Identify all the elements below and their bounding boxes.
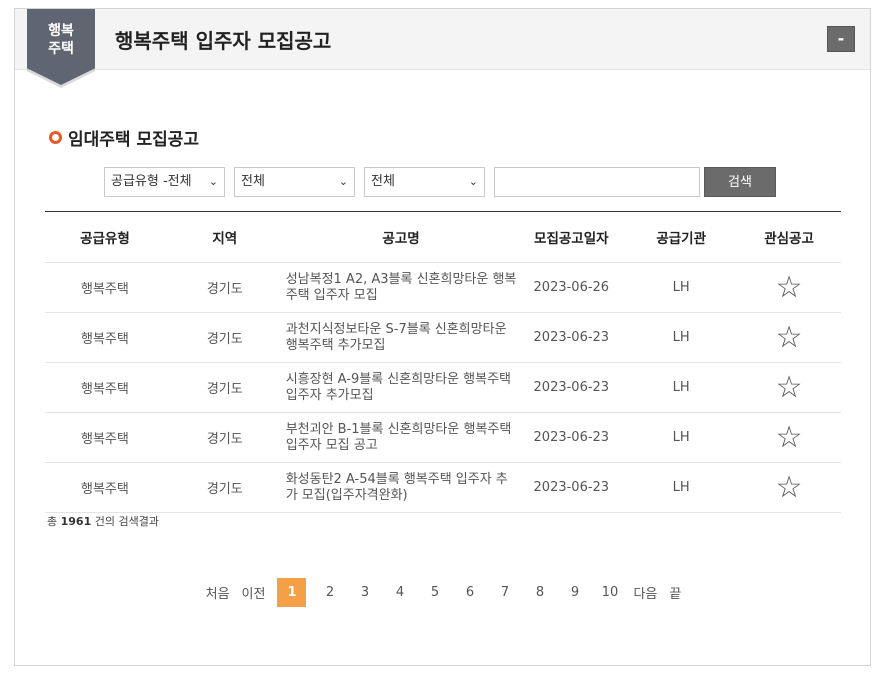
pager-page-current[interactable]: 1 [277, 578, 307, 607]
cell-agency: LH [672, 380, 690, 395]
cell-region: 경기도 [206, 282, 243, 297]
chevron-down-icon: ⌄ [468, 175, 478, 188]
table-row: 행복주택 경기도 성남복정1 A2, A3블록 신혼희망타운 행복주택 입주자 … [45, 263, 841, 313]
cell-agency: LH [672, 430, 690, 445]
cell-supply-type: 행복주택 [81, 432, 129, 447]
table-row: 행복주택 경기도 부천괴안 B-1블록 신혼희망타운 행복주택 입주자 모집 공… [45, 413, 841, 463]
result-count: 총 1961 건의 검색결과 [47, 513, 159, 529]
cell-date: 2023-06-26 [533, 280, 610, 295]
header-region: 지역 [212, 231, 238, 247]
badge-line1: 행복 [48, 23, 74, 39]
header-date: 모집공고일자 [534, 231, 609, 247]
section-title: 임대주택 모집공고 [49, 125, 199, 150]
region-select[interactable]: 전체 ⌄ [234, 167, 355, 197]
pager-page[interactable]: 2 [318, 585, 341, 600]
result-number: 1961 [60, 515, 92, 528]
cell-supply-type: 행복주택 [81, 382, 129, 397]
cell-region: 경기도 [206, 382, 243, 397]
star-icon[interactable]: ☆ [776, 320, 803, 355]
table-row: 행복주택 경기도 시흥장현 A-9블록 신혼희망타운 행복주택 입주자 추가모집… [45, 363, 841, 413]
cell-agency: LH [672, 330, 690, 345]
pager-last[interactable]: 끝 [669, 583, 681, 602]
cell-supply-type: 행복주택 [81, 332, 129, 347]
chevron-down-icon: ⌄ [208, 175, 218, 188]
section-title-text: 임대주택 모집공고 [68, 130, 200, 150]
table-header: 공급유형 지역 공고명 모집공고일자 공급기관 관심공고 [45, 211, 841, 263]
header-supply-type: 공급유형 [80, 231, 130, 247]
notice-panel: 행복 주택 행복주택 입주자 모집공고 - 임대주택 모집공고 공급유형 -전체… [14, 8, 871, 666]
cell-date: 2023-06-23 [533, 480, 610, 495]
pager-page[interactable]: 5 [423, 585, 446, 600]
header-agency: 공급기관 [656, 231, 707, 247]
pager-page[interactable]: 7 [493, 585, 516, 600]
chevron-down-icon: ⌄ [338, 175, 348, 188]
cell-notice-title-link[interactable]: 화성동탄2 A-54블록 행복주택 입주자 추가 모집(입주자격완화) [285, 472, 518, 504]
bullet-circle-icon [49, 131, 62, 144]
sub-region-value: 전체 [371, 174, 395, 189]
star-icon[interactable]: ☆ [776, 470, 803, 505]
pager-page[interactable]: 8 [528, 585, 551, 600]
cell-date: 2023-06-23 [533, 330, 610, 345]
cell-region: 경기도 [206, 432, 243, 447]
result-suffix: 건의 검색결과 [94, 515, 159, 528]
collapse-button[interactable]: - [827, 26, 855, 52]
sub-region-select[interactable]: 전체 ⌄ [364, 167, 485, 197]
cell-notice-title-link[interactable]: 시흥장현 A-9블록 신혼희망타운 행복주택 입주자 추가모집 [285, 372, 518, 404]
supply-type-select[interactable]: 공급유형 -전체 ⌄ [104, 167, 225, 197]
cell-agency: LH [672, 480, 690, 495]
pager-page[interactable]: 6 [458, 585, 481, 600]
cell-date: 2023-06-23 [533, 380, 610, 395]
cell-date: 2023-06-23 [533, 430, 610, 445]
pager-page[interactable]: 10 [598, 585, 621, 600]
star-icon[interactable]: ☆ [776, 370, 803, 405]
cell-notice-title-link[interactable]: 성남복정1 A2, A3블록 신혼희망타운 행복주택 입주자 모집 [285, 272, 518, 304]
table-row: 행복주택 경기도 화성동탄2 A-54블록 행복주택 입주자 추가 모집(입주자… [45, 463, 841, 513]
star-icon[interactable]: ☆ [776, 270, 803, 305]
search-bar: 공급유형 -전체 ⌄ 전체 ⌄ 전체 ⌄ 검색 [15, 167, 872, 197]
cell-supply-type: 행복주택 [81, 282, 129, 297]
badge-line2: 주택 [48, 41, 74, 57]
pager-prev[interactable]: 이전 [242, 583, 266, 602]
cell-notice-title-link[interactable]: 과천지식정보타운 S-7블록 신혼희망타운 행복주택 추가모집 [285, 322, 518, 354]
table-row: 행복주택 경기도 과천지식정보타운 S-7블록 신혼희망타운 행복주택 추가모집… [45, 313, 841, 363]
cell-region: 경기도 [206, 332, 243, 347]
pagination: 처음 이전 1 2 3 4 5 6 7 8 9 10 다음 끝 [15, 578, 872, 607]
panel-header: 행복 주택 행복주택 입주자 모집공고 - [15, 9, 870, 88]
supply-type-value: 공급유형 -전체 [111, 174, 192, 189]
cell-region: 경기도 [206, 482, 243, 497]
pager-page[interactable]: 9 [563, 585, 586, 600]
region-value: 전체 [241, 174, 265, 189]
cell-supply-type: 행복주택 [81, 482, 129, 497]
page-title: 행복주택 입주자 모집공고 [115, 29, 332, 53]
notice-table: 공급유형 지역 공고명 모집공고일자 공급기관 관심공고 행복주택 경기도 성남… [45, 211, 841, 513]
pager-page[interactable]: 3 [353, 585, 376, 600]
search-input[interactable] [494, 167, 700, 197]
pager-page[interactable]: 4 [388, 585, 411, 600]
pager-next[interactable]: 다음 [633, 583, 657, 602]
star-icon[interactable]: ☆ [776, 420, 803, 455]
cell-agency: LH [672, 280, 690, 295]
search-button[interactable]: 검색 [704, 167, 776, 197]
cell-notice-title-link[interactable]: 부천괴안 B-1블록 신혼희망타운 행복주택 입주자 모집 공고 [285, 422, 518, 454]
header-favorite: 관심공고 [764, 231, 814, 247]
result-prefix: 총 [47, 515, 58, 528]
pager-first[interactable]: 처음 [206, 583, 230, 602]
header-notice-title: 공고명 [382, 231, 420, 247]
